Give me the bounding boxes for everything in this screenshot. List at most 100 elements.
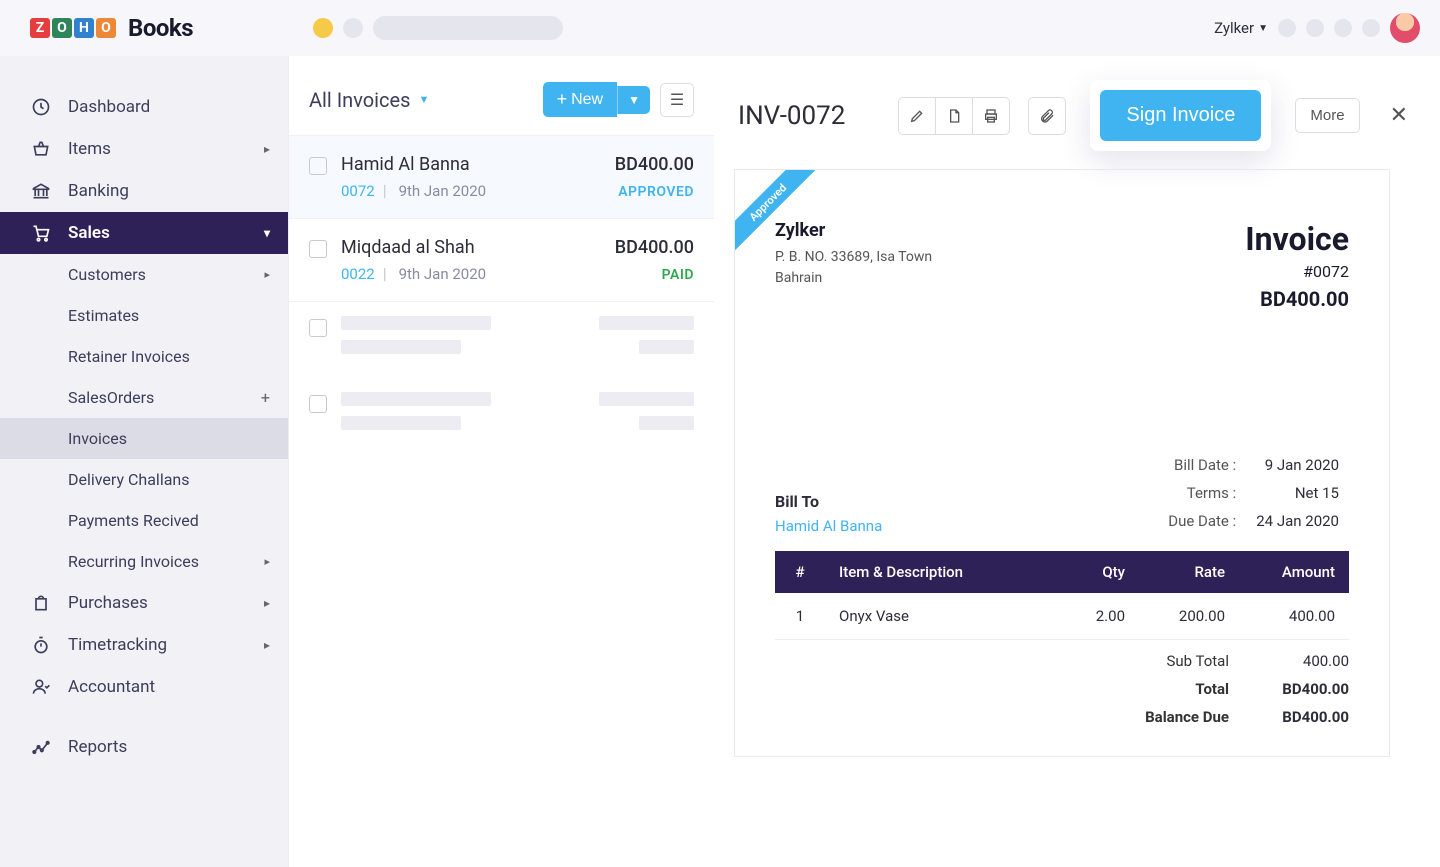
row-checkbox[interactable] (309, 319, 327, 337)
pdf-button[interactable] (935, 97, 973, 135)
nav-label: Timetracking (68, 635, 167, 655)
new-invoice-dropdown[interactable]: ▼ (617, 86, 650, 114)
row-checkbox[interactable] (309, 240, 327, 258)
nav-dashboard[interactable]: Dashboard (0, 86, 288, 128)
invoice-detail-panel: INV-0072 Sign Invoice More ✕ (714, 56, 1440, 867)
meta-label: Due Date : (1158, 507, 1246, 535)
pencil-icon (909, 108, 925, 124)
invoice-amount: BD400.00 (615, 237, 694, 258)
billto-name[interactable]: Hamid Al Banna (775, 517, 882, 535)
attachment-button[interactable] (1028, 97, 1066, 135)
nav-purchases[interactable]: Purchases ▸ (0, 582, 288, 624)
logo-tiles: Z O H O (30, 18, 116, 38)
item-n: 1 (775, 593, 825, 640)
nav-label: Accountant (68, 677, 155, 697)
nav-label: Purchases (68, 593, 148, 613)
plus-icon: + (557, 89, 568, 110)
subnav-retainer-invoices[interactable]: Retainer Invoices (0, 336, 288, 377)
nav-items[interactable]: Items ▸ (0, 128, 288, 170)
subnav-recurring-invoices[interactable]: Recurring Invoices ▸ (0, 541, 288, 582)
billto-block: Bill To Hamid Al Banna (775, 492, 882, 535)
invoice-number: 0022 (341, 265, 375, 283)
dashboard-icon (30, 96, 52, 118)
nav-timetracking[interactable]: Timetracking ▸ (0, 624, 288, 666)
logo-tile-o: O (52, 18, 72, 38)
doc-title-block: Invoice #0072 BD400.00 (1245, 220, 1349, 311)
action-icon-group (898, 97, 1010, 135)
row-checkbox[interactable] (309, 395, 327, 413)
new-button-label: New (571, 91, 603, 109)
cart-icon (30, 222, 52, 244)
nav-reports[interactable]: Reports (0, 726, 288, 768)
subtotal-value: 400.00 (1259, 652, 1349, 670)
app-name: Books (128, 14, 193, 42)
invoice-row-placeholder (289, 378, 714, 454)
caret-down-icon: ▼ (628, 93, 640, 107)
total-label: Total (1119, 680, 1229, 698)
subnav-invoices[interactable]: Invoices (0, 418, 288, 459)
caret-down-icon: ▾ (264, 226, 270, 240)
close-button[interactable]: ✕ (1382, 99, 1416, 132)
topbar-icon-placeholder[interactable] (1334, 19, 1352, 37)
bag-icon (30, 592, 52, 614)
edit-button[interactable] (898, 97, 936, 135)
meta-value: 24 Jan 2020 (1246, 507, 1349, 535)
topbar-icon-placeholder[interactable] (1306, 19, 1324, 37)
subnav-label: SalesOrders (68, 388, 154, 407)
org-switcher[interactable]: Zylker ▼ (1214, 19, 1268, 37)
subnav-label: Retainer Invoices (68, 347, 190, 366)
list-title-text: All Invoices (309, 88, 410, 112)
topbar-icon-placeholder[interactable] (1278, 19, 1296, 37)
detail-title: INV-0072 (738, 101, 888, 131)
meta-value: Net 15 (1246, 479, 1349, 507)
topbar-icon-placeholder[interactable] (1362, 19, 1380, 37)
sign-invoice-button[interactable]: Sign Invoice (1100, 90, 1261, 141)
logo: Z O H O Books (30, 14, 193, 42)
topbar-placeholder-group (313, 16, 563, 40)
total-value: BD400.00 (1259, 680, 1349, 698)
item-name: Onyx Vase (825, 593, 1059, 640)
invoice-amount: BD400.00 (615, 154, 694, 175)
print-button[interactable] (972, 97, 1010, 135)
pdf-icon (946, 108, 962, 124)
topbar: Z O H O Books Zylker ▼ (0, 0, 1440, 56)
bank-icon (30, 180, 52, 202)
dot-icon (343, 18, 363, 38)
user-avatar[interactable] (1390, 13, 1420, 43)
timer-icon (30, 634, 52, 656)
logo-tile-o2: O (96, 18, 116, 38)
doc-total: BD400.00 (1245, 287, 1349, 311)
caret-down-icon: ▼ (1258, 23, 1268, 34)
col-n: # (775, 551, 825, 593)
subnav-estimates[interactable]: Estimates (0, 295, 288, 336)
plus-icon[interactable]: + (261, 388, 270, 407)
list-title-dropdown[interactable]: All Invoices ▼ (309, 88, 429, 112)
dot-icon (313, 18, 333, 38)
subnav-label: Recurring Invoices (68, 552, 199, 571)
nav-sales[interactable]: Sales ▾ (0, 212, 288, 254)
nav-banking[interactable]: Banking (0, 170, 288, 212)
item-amount: 400.00 (1239, 593, 1349, 640)
new-invoice-button[interactable]: + New (543, 82, 618, 117)
subnav-payments-received[interactable]: Payments Recived (0, 500, 288, 541)
basket-icon (30, 138, 52, 160)
subnav-delivery-challans[interactable]: Delivery Challans (0, 459, 288, 500)
totals-block: Sub Total400.00 TotalBD400.00 Balance Du… (775, 652, 1349, 726)
more-button[interactable]: More (1295, 98, 1359, 133)
invoice-row[interactable]: Miqdaad al Shah BD400.00 0022 | 9th Jan … (289, 219, 714, 302)
paperclip-icon (1039, 108, 1055, 124)
billto-label: Bill To (775, 492, 882, 511)
nav-label: Dashboard (68, 97, 150, 117)
subnav-customers[interactable]: Customers ▸ (0, 254, 288, 295)
nav-accountant[interactable]: Accountant (0, 666, 288, 708)
doc-type: Invoice (1245, 220, 1349, 258)
col-item: Item & Description (825, 551, 1059, 593)
invoice-row[interactable]: Hamid Al Banna BD400.00 0072 | 9th Jan 2… (289, 136, 714, 219)
list-menu-button[interactable]: ☰ (660, 83, 694, 117)
detail-header: INV-0072 Sign Invoice More ✕ (714, 56, 1440, 169)
row-checkbox[interactable] (309, 157, 327, 175)
subnav-sales-orders[interactable]: SalesOrders + (0, 377, 288, 418)
subtotal-label: Sub Total (1119, 652, 1229, 670)
search-placeholder[interactable] (373, 16, 563, 40)
subnav-label: Estimates (68, 306, 139, 325)
